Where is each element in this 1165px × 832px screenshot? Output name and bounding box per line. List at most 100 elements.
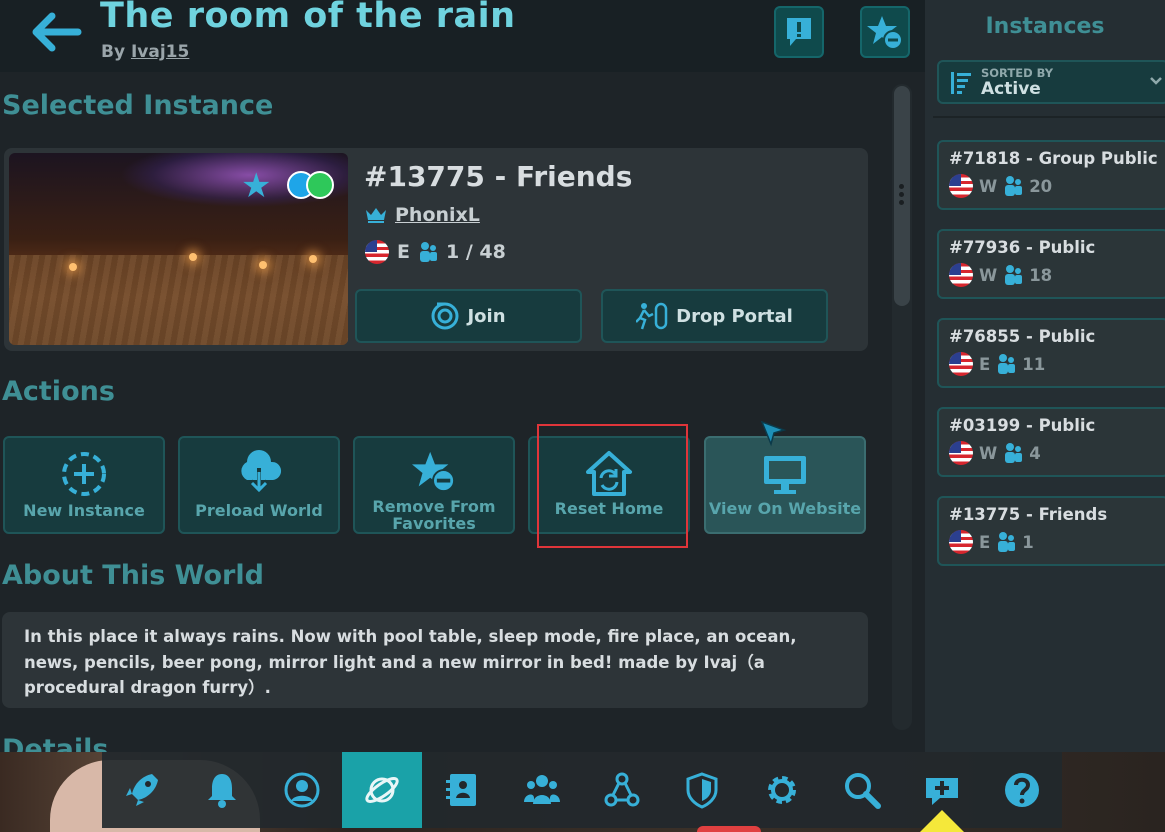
instance-list-region: W bbox=[979, 443, 998, 463]
profile-icon bbox=[284, 772, 320, 808]
search-icon bbox=[845, 773, 881, 809]
main-nav-bar bbox=[102, 752, 1062, 828]
selection-highlight bbox=[537, 424, 688, 548]
instance-list-item[interactable]: #77936 - Public W 18 bbox=[937, 229, 1165, 299]
world-author: By Ivaj15 bbox=[101, 42, 189, 62]
crown-icon bbox=[366, 208, 386, 223]
us-flag-icon bbox=[365, 240, 389, 264]
instance-name: #13775 - Friends bbox=[364, 160, 633, 193]
divider bbox=[933, 116, 1165, 118]
group-icon bbox=[524, 775, 560, 804]
view-on-website-button[interactable]: View On Website bbox=[704, 436, 866, 534]
nav-help[interactable] bbox=[982, 752, 1062, 828]
remove-favorite-button[interactable]: Remove From Favorites bbox=[353, 436, 515, 534]
unfavorite-button[interactable] bbox=[860, 6, 910, 58]
instance-list-count: 11 bbox=[1022, 354, 1046, 374]
instance-list-item[interactable]: #76855 - Public E 11 bbox=[937, 318, 1165, 388]
instance-list-count: 18 bbox=[1029, 265, 1053, 285]
sorted-by-label: SORTED BY bbox=[981, 66, 1054, 80]
sorted-by-value: Active bbox=[981, 79, 1041, 99]
nav-profile[interactable] bbox=[262, 752, 342, 828]
world-description: In this place it always rains. Now with … bbox=[2, 612, 868, 708]
instance-list-name: #77936 - Public bbox=[949, 238, 1096, 257]
instances-panel: Instances SORTED BY Active #71818 - Grou… bbox=[925, 0, 1165, 752]
users-icon bbox=[1005, 443, 1023, 463]
cloud-download-icon bbox=[241, 450, 282, 493]
world-title: The room of the rain bbox=[100, 0, 516, 36]
nav-social[interactable] bbox=[422, 752, 502, 828]
instance-list-region: E bbox=[979, 354, 991, 374]
by-prefix: By bbox=[101, 42, 126, 62]
region-label: E bbox=[397, 241, 410, 263]
nav-groups[interactable] bbox=[502, 752, 582, 828]
nav-settings[interactable] bbox=[742, 752, 822, 828]
selected-instance-card: ★ #13775 - Friends PhonixL E 1 / 48 Join… bbox=[4, 148, 868, 351]
panel-resize-handle[interactable] bbox=[899, 184, 905, 208]
back-arrow-icon[interactable] bbox=[30, 12, 82, 52]
view-on-website-label: View On Website bbox=[708, 499, 862, 518]
instance-list-item[interactable]: #13775 - Friends E 1 bbox=[937, 496, 1165, 566]
drop-portal-button[interactable]: Drop Portal bbox=[601, 289, 828, 343]
instance-list-item[interactable]: #03199 - Public W 4 bbox=[937, 407, 1165, 477]
favorite-star-icon: ★ bbox=[241, 166, 272, 206]
instance-list-name: #71818 - Group Public bbox=[949, 149, 1158, 168]
owner-link[interactable]: PhonixL bbox=[395, 204, 480, 226]
portal-icon bbox=[636, 302, 668, 330]
world-details-panel: The room of the rain By Ivaj15 Selected … bbox=[0, 0, 925, 752]
nav-notifications[interactable] bbox=[182, 752, 262, 828]
instance-list-region: E bbox=[979, 532, 991, 552]
user-count: 1 / 48 bbox=[445, 241, 506, 263]
nav-network[interactable] bbox=[582, 752, 662, 828]
chevron-down-icon bbox=[1150, 77, 1162, 85]
nav-search[interactable] bbox=[822, 752, 902, 828]
chat-add-icon bbox=[926, 778, 958, 805]
drop-portal-label: Drop Portal bbox=[676, 305, 793, 327]
nav-launch[interactable] bbox=[102, 752, 182, 828]
users-icon bbox=[998, 354, 1016, 374]
instance-list-name: #03199 - Public bbox=[949, 416, 1096, 435]
instances-heading: Instances bbox=[985, 14, 1105, 39]
users-icon bbox=[998, 532, 1016, 552]
remove-favorite-label: Remove From Favorites bbox=[372, 497, 496, 533]
report-button[interactable] bbox=[774, 6, 824, 58]
bell-icon bbox=[208, 774, 236, 808]
instance-region-users: E 1 / 48 bbox=[365, 240, 506, 264]
users-icon bbox=[1005, 265, 1023, 285]
us-flag-icon bbox=[949, 174, 973, 198]
sort-dropdown[interactable]: SORTED BY Active bbox=[937, 60, 1165, 104]
social-icon bbox=[446, 774, 476, 806]
planet-icon bbox=[365, 777, 399, 803]
star-minus-icon bbox=[867, 16, 903, 50]
instance-list-name: #76855 - Public bbox=[949, 327, 1096, 346]
instance-list-region: W bbox=[979, 265, 998, 285]
join-button[interactable]: Join bbox=[355, 289, 582, 343]
users-icon bbox=[1005, 176, 1023, 196]
details-heading: Details bbox=[2, 734, 109, 752]
preload-world-button[interactable]: Preload World bbox=[178, 436, 340, 534]
nav-safety[interactable] bbox=[662, 752, 742, 828]
us-flag-icon bbox=[949, 441, 973, 465]
new-instance-button[interactable]: New Instance bbox=[3, 436, 165, 534]
author-link[interactable]: Ivaj15 bbox=[131, 42, 189, 62]
add-dashed-circle-icon bbox=[62, 452, 106, 496]
mouse-cursor-icon bbox=[760, 420, 787, 447]
instance-list-count: 4 bbox=[1029, 443, 1041, 463]
pointer-marker bbox=[920, 810, 964, 832]
instance-list-item[interactable]: #71818 - Group Public W 20 bbox=[937, 140, 1165, 210]
star-minus-icon bbox=[412, 451, 456, 493]
instance-list-region: W bbox=[979, 176, 998, 196]
preload-world-label: Preload World bbox=[195, 501, 323, 520]
us-flag-icon bbox=[949, 530, 973, 554]
mobile-platform-icon bbox=[306, 171, 334, 199]
selected-instance-heading: Selected Instance bbox=[2, 90, 274, 121]
report-icon bbox=[787, 18, 811, 46]
instance-list-name: #13775 - Friends bbox=[949, 505, 1108, 524]
nav-worlds[interactable] bbox=[342, 752, 422, 828]
us-flag-icon bbox=[949, 263, 973, 287]
notification-indicator bbox=[697, 826, 761, 832]
rocket-icon bbox=[126, 774, 158, 806]
world-thumbnail: ★ bbox=[9, 153, 348, 345]
instance-list-count: 1 bbox=[1022, 532, 1034, 552]
header-bar: The room of the rain By Ivaj15 bbox=[0, 0, 925, 72]
network-icon bbox=[604, 772, 640, 807]
